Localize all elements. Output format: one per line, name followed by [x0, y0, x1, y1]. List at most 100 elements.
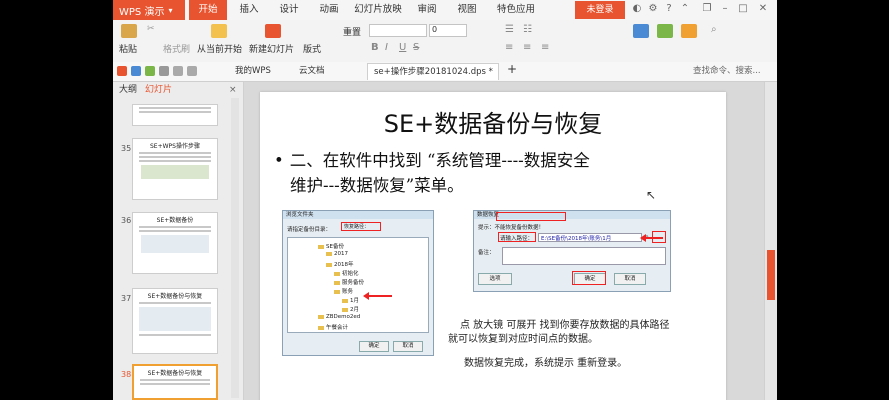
redo-icon[interactable] [187, 66, 197, 76]
help-icon[interactable]: ? [663, 3, 675, 15]
align-center-icon[interactable]: ≡ [523, 42, 531, 53]
slide-title[interactable]: SE+数据备份与恢复 [260, 104, 726, 139]
slide-number: 35 [121, 144, 132, 153]
tab-slides[interactable]: 幻灯片 [145, 82, 172, 98]
path-label: 请输入路径： [500, 236, 534, 242]
tab-design[interactable]: 设计 [271, 0, 307, 20]
app-menu-button[interactable]: WPS 演示 ▾ [113, 0, 185, 20]
textbox-icon[interactable] [681, 24, 697, 38]
cloud-doc-tab[interactable]: 云文档 [299, 64, 325, 79]
new-slide-icon[interactable] [265, 24, 281, 38]
font-name-select[interactable] [369, 24, 427, 37]
cut-icon[interactable]: ✂ [147, 24, 155, 34]
tab-view[interactable]: 视图 [449, 0, 485, 20]
maximize-icon[interactable]: □ [737, 3, 749, 15]
slide-number: 36 [121, 216, 132, 225]
red-arrow [363, 292, 392, 300]
slide-thumb-37[interactable]: SE+数据备份与恢复 [132, 288, 218, 354]
bullet-list-icon[interactable]: ☰ [505, 24, 514, 35]
play-icon[interactable] [211, 24, 227, 38]
find-icon[interactable]: ⌕ [711, 24, 717, 35]
slide-thumb-36[interactable]: SE+数据备份 [132, 212, 218, 274]
picture-icon[interactable] [657, 24, 673, 38]
slide-canvas: SE+数据备份与恢复 • 二、在软件中找到 “系统管理----数据安全 维护---… [244, 82, 764, 400]
align-left-icon[interactable]: ≡ [505, 42, 513, 53]
slide-thumb-title: SE+数据备份与恢复 [147, 370, 203, 377]
close-icon[interactable]: × [229, 82, 237, 98]
from-current-start-button[interactable]: 从当前开始 [197, 42, 242, 55]
tab-slideshow[interactable]: 幻灯片放映 [351, 0, 405, 20]
tree-item: 2018年 [326, 260, 354, 268]
tab-insert[interactable]: 插入 [231, 0, 267, 20]
minimize-icon[interactable]: – [719, 3, 731, 15]
slide-thumb-35[interactable]: SE+WPS操作步骤 [132, 138, 218, 200]
undo-icon[interactable] [173, 66, 183, 76]
note-line-1[interactable]: 点 放大镜 可展开 找到你要存放数据的具体路径 [460, 316, 670, 331]
strike-button[interactable]: S [413, 42, 419, 53]
bullet-line-1: 二、在软件中找到 “系统管理----数据安全 [289, 151, 590, 170]
highlight-box [572, 271, 606, 285]
slide-thumb-34[interactable] [132, 104, 218, 126]
tab-special[interactable]: 特色应用 [489, 0, 543, 20]
login-button[interactable]: 未登录 [575, 1, 625, 19]
chevron-up-icon[interactable]: ⌃ [679, 3, 691, 15]
align-right-icon[interactable]: ≡ [541, 42, 549, 53]
skin-icon[interactable]: ◐ [631, 3, 643, 15]
new-tab-icon[interactable]: + [507, 62, 517, 77]
red-arrow [640, 234, 663, 242]
dialog-ok: 确定 [359, 341, 389, 352]
tree-item: 午餐会计 [318, 323, 348, 331]
preview-icon[interactable] [159, 66, 169, 76]
tab-animation[interactable]: 动画 [311, 0, 347, 20]
browse-folder-dialog-image: 浏览文件夹 请指定备份目录： 恢复路径： SE备份 2017 2018年 初始化… [282, 210, 434, 356]
dialog-cancel: 取消 [393, 341, 423, 352]
tab-outline[interactable]: 大纲 [119, 82, 137, 98]
number-list-icon[interactable]: ☷ [523, 24, 532, 35]
note-restore-complete[interactable]: 数据恢复完成，系统提示 重新登录。 [464, 354, 627, 369]
highlight-box: 恢复路径： [341, 222, 381, 231]
path-label: 请指定备份目录： [287, 227, 332, 233]
slide-thumb-38[interactable]: SE+数据备份与恢复 [132, 364, 218, 400]
save-icon[interactable] [131, 66, 141, 76]
remark-field [502, 247, 666, 265]
tab-review[interactable]: 审阅 [409, 0, 445, 20]
tree-item: 2017 [326, 251, 348, 257]
format-painter-button[interactable]: 格式刷 [163, 42, 190, 55]
ribbon-toolbar: 粘贴 ✂ 格式刷 从当前开始 新建幻灯片 版式 重置 0 B I U S ☰ ☷… [113, 20, 777, 63]
wps-window: WPS 演示 ▾ 开始 插入 设计 动画 幻灯片放映 审阅 视图 特色应用 未登… [113, 0, 777, 400]
path-field: E:\SE备份\2018年\账务\1月 [538, 233, 642, 242]
reset-button[interactable]: 重置 [343, 25, 361, 38]
paste-button[interactable]: 粘贴 [119, 42, 137, 55]
underline-button[interactable]: U [399, 42, 406, 53]
shape-icon[interactable] [633, 24, 649, 38]
mouse-cursor-icon: ↖ [646, 188, 657, 202]
chevron-down-icon: ▾ [168, 5, 173, 15]
current-slide[interactable]: SE+数据备份与恢复 • 二、在软件中找到 “系统管理----数据安全 维护---… [260, 92, 726, 400]
paste-icon[interactable] [121, 24, 137, 38]
dialog-title: 浏览文件夹 [283, 211, 433, 219]
italic-button[interactable]: I [385, 42, 388, 53]
restore-icon[interactable]: ❐ [701, 3, 713, 15]
scrollbar-thumb[interactable] [767, 250, 775, 300]
note-line-2[interactable]: 就可以恢复到对应时间点的数据。 [448, 330, 598, 345]
layout-button[interactable]: 版式 [303, 42, 321, 55]
panel-scrollbar[interactable] [231, 98, 239, 398]
slide-thumb-title: SE+数据备份与恢复 [147, 293, 203, 300]
search-hint[interactable]: 查找命令、搜索... [693, 64, 761, 79]
document-tab[interactable]: se+操作步骤20181024.dps * [367, 63, 499, 80]
settings-icon[interactable]: ⚙ [647, 3, 659, 15]
new-slide-button[interactable]: 新建幻灯片 [249, 42, 294, 55]
dialog-option: 选项 [478, 273, 512, 285]
tree-item: 账务 [334, 287, 353, 295]
font-size-select[interactable]: 0 [429, 24, 467, 37]
panel-tabs: 大纲 幻灯片 × [113, 82, 243, 98]
dialog-cancel: 取消 [614, 273, 646, 285]
my-wps-tab[interactable]: 我的WPS [235, 64, 271, 79]
tab-home[interactable]: 开始 [189, 0, 227, 20]
close-icon[interactable]: ✕ [757, 3, 769, 15]
slide-number: 37 [121, 294, 132, 303]
open-icon[interactable] [117, 66, 127, 76]
bold-button[interactable]: B [371, 42, 379, 53]
canvas-scrollbar[interactable] [764, 82, 777, 400]
print-icon[interactable] [145, 66, 155, 76]
